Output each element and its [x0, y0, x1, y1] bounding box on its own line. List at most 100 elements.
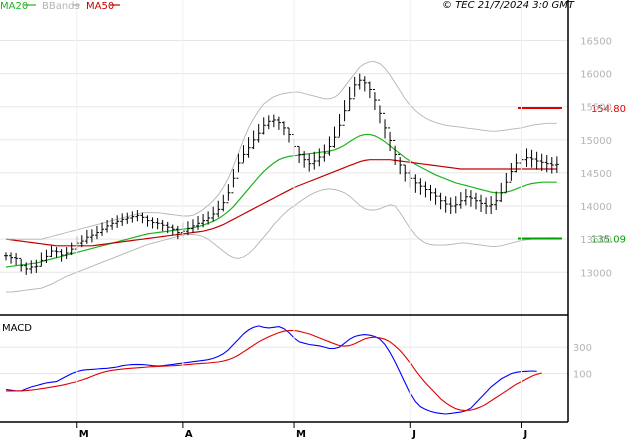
ohlc-bar [64, 247, 69, 260]
ohlc-bar [529, 149, 534, 168]
ohlc-bar [438, 192, 443, 210]
ohlc-bar [443, 196, 448, 213]
ohlc-bar [463, 188, 468, 206]
ohlc-bar [554, 156, 559, 173]
ohlc-bar [544, 155, 549, 173]
ohlc-bar [110, 217, 115, 230]
ohlc-bar [398, 153, 403, 175]
macd-y-axis: 300 100 [573, 343, 592, 380]
ohlc-bar [377, 99, 382, 124]
ohlc-bar [59, 249, 64, 262]
legend: MA20 BBands MA50 [0, 1, 120, 12]
ohlc-bar [155, 217, 160, 230]
legend-item-ma20: MA20 [0, 1, 28, 12]
series-bb-lower [6, 188, 557, 293]
ohlc-bar [342, 100, 347, 126]
price-panel: 154.80135.09 165001600015500150001450014… [0, 36, 626, 293]
ohlc-bar [49, 245, 54, 258]
ohlc-bar [276, 116, 281, 130]
ohlc-bar [337, 113, 342, 138]
ohlc-bar [302, 151, 307, 168]
ohlc-bar [4, 252, 8, 261]
ohlc-bar [190, 219, 195, 233]
ohlc-bar [539, 153, 544, 171]
ohlc-bar [54, 247, 59, 258]
ohlc-bar [418, 178, 423, 195]
ohlc-bar [312, 151, 317, 170]
macd-series-signal [6, 330, 542, 412]
ohlc-bar [266, 115, 271, 130]
ohlc-bar [226, 184, 231, 204]
ohlc-bar [125, 212, 130, 224]
y-tick-16000: 16000 [580, 70, 612, 81]
x-tick-4: J [522, 429, 527, 440]
ohlc-bar [261, 117, 266, 135]
ohlc-bar [383, 112, 388, 139]
ohlc-bar [433, 188, 438, 205]
macd-y-tick-100: 100 [573, 370, 592, 381]
ohlc-bar [196, 215, 201, 230]
ohlc-bar [89, 229, 94, 243]
ohlc-bar [357, 73, 362, 90]
ohlc-bar [428, 184, 433, 201]
price-y-axis: 16500 16000 15500 15000 14500 14000 13500 13000 [580, 36, 612, 279]
ohlc-bar [494, 191, 499, 211]
ohlc-bar [504, 172, 509, 194]
y-tick-13000: 13000 [580, 268, 612, 279]
ohlc-bar [352, 76, 357, 100]
ohlc-bar [84, 229, 89, 244]
ohlc-bar [281, 121, 286, 136]
ohlc-bar [413, 174, 418, 193]
legend-item-ma50: MA50 [86, 1, 114, 12]
ohlc-bar [362, 76, 367, 92]
ohlc-bar [29, 260, 34, 274]
y-tick-13500: 13500 [580, 235, 612, 246]
ohlc-bar [9, 252, 14, 264]
ohlc-bar [534, 151, 539, 170]
ohlc-bar [216, 200, 221, 218]
y-tick-14500: 14500 [580, 169, 612, 180]
x-tick-1: A [185, 429, 193, 440]
ohlc-bar [160, 219, 165, 232]
ohlc-bar [39, 252, 44, 267]
macd-series-macd [5, 325, 537, 415]
ohlc-bar [322, 144, 327, 162]
ohlc-bar [332, 126, 337, 148]
y-tick-15000: 15000 [580, 136, 612, 147]
ohlc-bar [145, 215, 150, 227]
ohlc-bar [115, 215, 120, 228]
series-bb-upper [6, 61, 557, 240]
ohlc-bar [307, 153, 312, 172]
ohlc-bar [468, 190, 473, 207]
ohlc-bar [549, 157, 554, 174]
ohlc-bar [150, 217, 155, 229]
chart-canvas: 154.80135.09 165001600015500150001450014… [0, 0, 626, 440]
macd-panel: 300 100 MACD [0, 323, 592, 415]
series-ma20 [5, 133, 557, 268]
timestamp: © TEC 21/7/2024 3:0 GMT [442, 0, 575, 11]
macd-series [5, 325, 542, 415]
ohlc-bar [524, 148, 529, 167]
ohlc-bar [120, 213, 125, 226]
ohlc-bar [34, 259, 39, 273]
ohlc-bar [489, 196, 494, 214]
y-tick-15500: 15500 [580, 103, 612, 114]
ohlc-bar [140, 212, 145, 224]
ohlc-bar [211, 206, 216, 222]
ohlc-bar [367, 81, 372, 99]
x-tick-2: M [296, 429, 306, 440]
ohlc-bar [135, 210, 140, 222]
x-tick-3: J [411, 429, 416, 440]
ohlc-bar [479, 194, 484, 213]
price-gridlines [0, 39, 568, 273]
y-tick-14000: 14000 [580, 202, 612, 213]
ohlc-bar [241, 145, 246, 164]
ohlc-bar [100, 222, 105, 236]
price-series [5, 61, 557, 293]
ohlc-bar [271, 114, 276, 128]
legend-item-bbands: BBands [42, 1, 80, 12]
ohlc-bar [221, 194, 226, 212]
macd-y-tick-300: 300 [573, 343, 592, 354]
ohlc-bar [423, 181, 428, 198]
ohlc-bar [94, 225, 99, 240]
